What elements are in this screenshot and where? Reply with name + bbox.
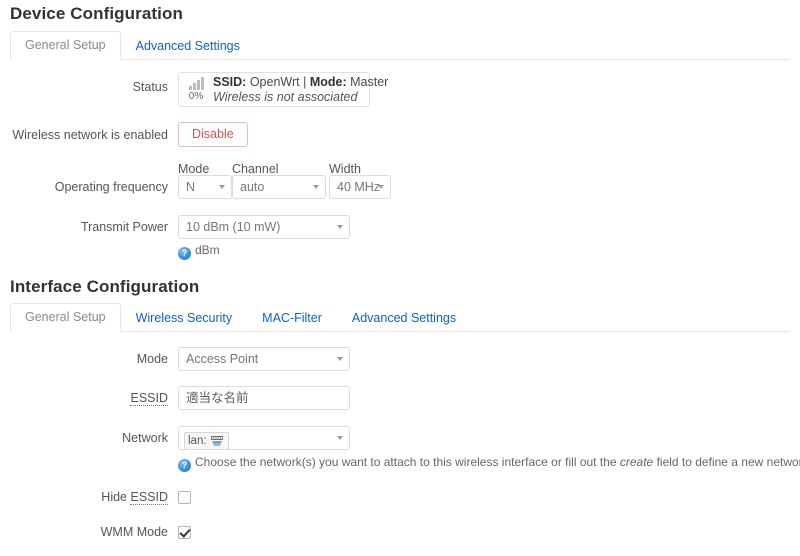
- status-text-block: SSID: OpenWrt | Mode: Master Wireless is…: [213, 75, 388, 105]
- help-icon[interactable]: ?: [178, 247, 191, 260]
- ssid-key: SSID:: [213, 74, 247, 89]
- chevron-down-icon: [378, 185, 384, 189]
- hide-essid-label: Hide ESSID: [8, 490, 168, 505]
- network-select[interactable]: lan:: [178, 426, 350, 450]
- device-tabbar: General Setup Advanced Settings: [10, 30, 790, 61]
- frequency-channel-select[interactable]: auto: [232, 175, 326, 199]
- network-hint-italic: create: [619, 455, 654, 469]
- signal-bars-icon: 0%: [186, 77, 206, 102]
- network-tag-label: lan:: [188, 435, 207, 447]
- status-label: Status: [132, 80, 168, 94]
- signal-percent: 0%: [188, 91, 204, 102]
- status-line-ssid-mode: SSID: OpenWrt | Mode: Master: [213, 75, 388, 90]
- tab-device-advanced-settings[interactable]: Advanced Settings: [121, 32, 255, 61]
- ethernet-icon: [210, 436, 223, 446]
- frequency-mode-label: Mode: [178, 162, 210, 176]
- hide-essid-checkbox[interactable]: [178, 491, 191, 504]
- wmm-mode-label: WMM Mode: [100, 525, 168, 539]
- ssid-value: OpenWrt: [249, 74, 300, 89]
- frequency-channel-value: auto: [240, 180, 265, 194]
- tab-interface-mac-filter[interactable]: MAC-Filter: [247, 304, 337, 333]
- mode-value: Master: [350, 74, 389, 89]
- operating-frequency-label: Operating frequency: [54, 180, 168, 194]
- interface-configuration-title: Interface Configuration: [10, 277, 200, 296]
- status-separator: |: [303, 74, 307, 89]
- wmm-mode-checkbox[interactable]: [178, 526, 191, 539]
- chevron-down-icon: [337, 225, 343, 229]
- chevron-down-icon: [337, 357, 343, 361]
- chevron-down-icon: [313, 185, 319, 189]
- transmit-power-hint-text: dBm: [195, 243, 220, 257]
- essid-label: ESSID: [8, 391, 168, 406]
- interface-mode-select[interactable]: Access Point: [178, 347, 350, 371]
- transmit-power-select[interactable]: 10 dBm (10 mW): [178, 215, 350, 239]
- frequency-width-value: 40 MHz: [337, 180, 381, 194]
- tab-interface-wireless-security[interactable]: Wireless Security: [121, 304, 248, 333]
- hide-essid-label-prefix: Hide: [101, 490, 131, 504]
- transmit-power-hint: ? dBm: [178, 243, 220, 260]
- network-label: Network: [122, 431, 168, 445]
- network-hint-after: field to define a new network.: [653, 455, 800, 469]
- frequency-width-label: Width: [329, 162, 361, 176]
- wireless-enabled-label: Wireless network is enabled: [12, 128, 168, 142]
- device-configuration-title: Device Configuration: [10, 4, 183, 23]
- wireless-status-box: 0% SSID: OpenWrt | Mode: Master Wireless…: [178, 72, 388, 107]
- frequency-width-select[interactable]: 40 MHz: [329, 175, 391, 199]
- network-tag: lan:: [184, 432, 229, 449]
- essid-input[interactable]: 適当な名前: [178, 386, 350, 410]
- tab-interface-advanced-settings[interactable]: Advanced Settings: [337, 304, 471, 333]
- transmit-power-value: 10 dBm (10 mW): [186, 220, 281, 234]
- mode-key: Mode:: [309, 74, 347, 89]
- essid-label-abbr: ESSID: [130, 391, 168, 406]
- disable-button[interactable]: Disable: [178, 122, 248, 147]
- chevron-down-icon: [219, 185, 225, 189]
- status-line-association: Wireless is not associated: [213, 90, 388, 105]
- frequency-mode-select[interactable]: N: [178, 175, 232, 199]
- interface-mode-label: Mode: [136, 352, 168, 366]
- tab-device-general-setup[interactable]: General Setup: [10, 30, 121, 60]
- hide-essid-label-abbr: ESSID: [130, 490, 168, 505]
- interface-tabbar: General Setup Wireless Security MAC-Filt…: [10, 302, 790, 333]
- frequency-mode-value: N: [186, 180, 196, 194]
- luci-wireless-config-page: Device Configuration General Setup Advan…: [0, 0, 800, 556]
- transmit-power-label: Transmit Power: [80, 220, 168, 234]
- network-hint-before: Choose the network(s) you want to attach…: [195, 455, 620, 469]
- network-hint: ? Choose the network(s) you want to attac…: [178, 455, 800, 472]
- association-text: Wireless is not associated: [213, 89, 358, 104]
- frequency-channel-label: Channel: [232, 162, 279, 176]
- tab-interface-general-setup[interactable]: General Setup: [10, 302, 121, 332]
- interface-mode-value: Access Point: [186, 352, 259, 366]
- help-icon[interactable]: ?: [178, 459, 191, 472]
- chevron-down-icon: [337, 436, 343, 440]
